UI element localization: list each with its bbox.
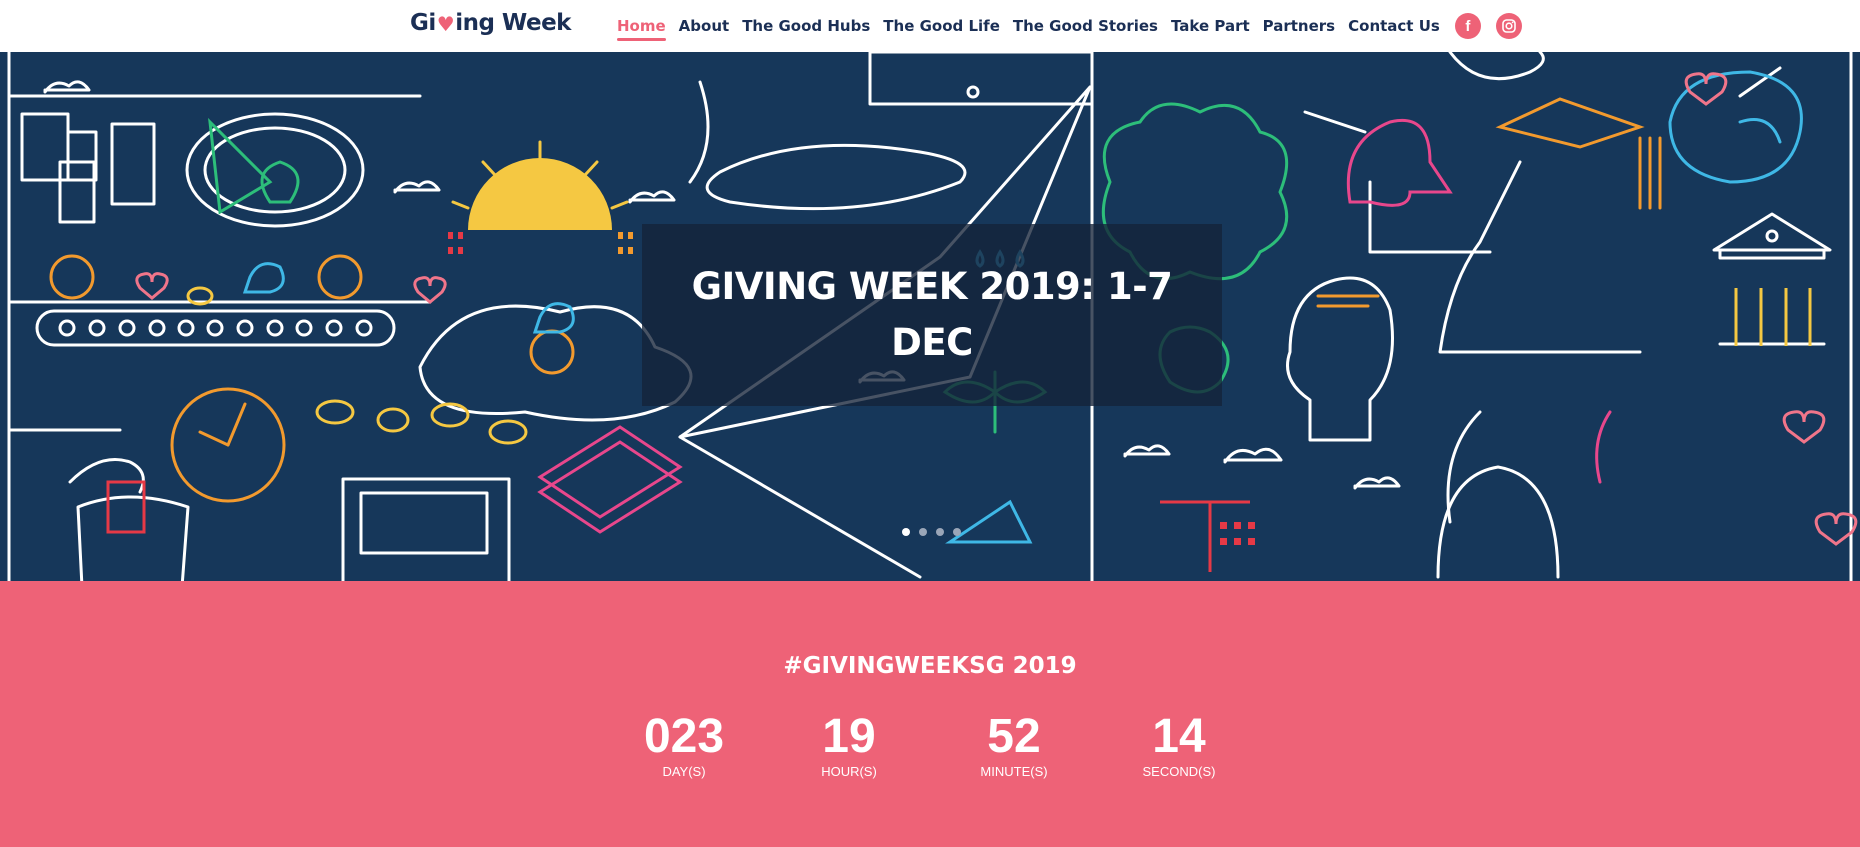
- hero-title: GIVING WEEK 2019: 1-7 DEC: [691, 265, 1173, 364]
- countdown-seconds: 14 SECOND(S): [1109, 711, 1249, 780]
- countdown-seconds-label: SECOND(S): [1142, 764, 1216, 779]
- countdown-days-value: 023: [643, 710, 725, 763]
- nav-item-about[interactable]: About: [679, 11, 730, 41]
- countdown-minutes-label: MINUTE(S): [980, 764, 1048, 779]
- giving-week-logo[interactable]: Gi ♥ ing Week: [410, 10, 571, 36]
- nav-item-the-good-life[interactable]: The Good Life: [883, 11, 1000, 41]
- countdown-title: #GIVINGWEEKSG 2019: [783, 653, 1077, 679]
- carousel-dot-1[interactable]: [902, 528, 910, 536]
- nav-item-take-part[interactable]: Take Part: [1171, 11, 1250, 41]
- main-nav: Home About The Good Hubs The Good Life T…: [617, 0, 1535, 52]
- countdown-hours: 19 HOUR(S): [779, 711, 919, 780]
- nav-item-the-good-hubs[interactable]: The Good Hubs: [742, 11, 870, 41]
- carousel-dots: [902, 528, 970, 536]
- carousel-dot-2[interactable]: [919, 528, 927, 536]
- carousel-dot-4[interactable]: [953, 528, 961, 536]
- countdown-days: 023 DAY(S): [614, 711, 754, 780]
- logo-text-end: ing Week: [455, 10, 571, 36]
- countdown-section: #GIVINGWEEKSG 2019 023 DAY(S) 19 HOUR(S)…: [0, 581, 1860, 847]
- countdown-minutes: 52 MINUTE(S): [944, 711, 1084, 780]
- countdown-days-label: DAY(S): [662, 764, 706, 779]
- countdown-hours-value: 19: [822, 710, 876, 763]
- instagram-glyph-icon: [1502, 19, 1516, 33]
- countdown-seconds-value: 14: [1152, 710, 1206, 763]
- facebook-icon[interactable]: f: [1454, 13, 1481, 39]
- nav-item-partners[interactable]: Partners: [1263, 11, 1335, 41]
- nav-item-home[interactable]: Home: [617, 11, 666, 41]
- logo-heart-icon: ♥: [436, 12, 455, 36]
- site-header: Gi ♥ ing Week Home About The Good Hubs The…: [0, 0, 1860, 52]
- nav-item-the-good-stories[interactable]: The Good Stories: [1013, 11, 1158, 41]
- hero-title-overlay: GIVING WEEK 2019: 1-7 DEC: [642, 224, 1222, 406]
- nav-item-contact-us[interactable]: Contact Us: [1348, 11, 1440, 41]
- instagram-icon[interactable]: [1495, 13, 1522, 39]
- facebook-glyph: f: [1465, 17, 1471, 35]
- carousel-dot-3[interactable]: [936, 528, 944, 536]
- countdown-minutes-value: 52: [987, 710, 1041, 763]
- hero-banner: GIVING WEEK 2019: 1-7 DEC: [0, 52, 1860, 581]
- logo-text-start: Gi: [410, 10, 436, 36]
- countdown-hours-label: HOUR(S): [821, 764, 877, 779]
